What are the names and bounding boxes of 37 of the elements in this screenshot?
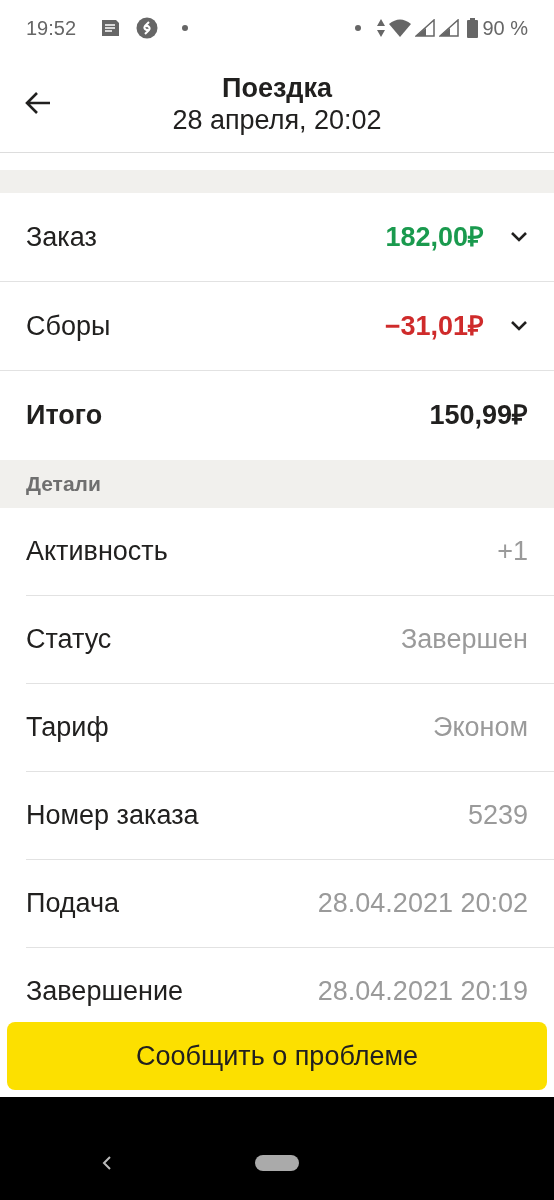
detail-value: Завершен [401,623,528,657]
report-problem-button[interactable]: Сообщить о проблеме [7,1022,547,1090]
music-app-icon [136,17,159,39]
detail-value: 28.04.2021 20:02 [317,887,528,921]
detail-label: Завершение [26,975,184,1009]
section-title: Детали [26,471,101,498]
amount: 182,00₽ [385,220,484,254]
chevron-icon[interactable] [510,320,528,332]
detail-label: Номер заказа [26,799,199,833]
detail-value: 28.04.2021 20:19 [317,975,528,1009]
signal-icon [415,19,436,37]
notes-icon [100,19,121,37]
page-title: Поездка [222,71,332,104]
wifi-icon [389,19,412,37]
detail-value: 5239 [467,799,528,833]
detail-label: Тариф [26,711,109,745]
notification-dot-icon [182,25,189,31]
chevron-icon[interactable] [510,231,528,243]
battery-percent: 90 % [482,16,528,41]
battery-icon [467,18,479,38]
home-pill[interactable] [255,1154,299,1171]
detail-value: +1 [497,535,528,569]
clock: 19:52 [26,16,77,41]
detail-label: Статус [26,623,112,657]
detail-label: Подача [26,887,120,921]
detail-value: Эконом [432,711,528,745]
notification-dot-icon [355,25,362,31]
row-label: Сборы [26,309,112,343]
row-label: Заказ [26,220,98,254]
signal-icon [439,19,460,37]
trip-date: 28 апреля, 20:02 [172,104,382,137]
amount: −31,01₽ [384,309,484,343]
row-label: Итого [26,399,104,433]
detail-label: Активность [26,535,168,569]
data-arrows-icon [377,19,386,37]
amount: 150,99₽ [429,399,528,433]
nav-back-icon[interactable] [102,1155,112,1171]
